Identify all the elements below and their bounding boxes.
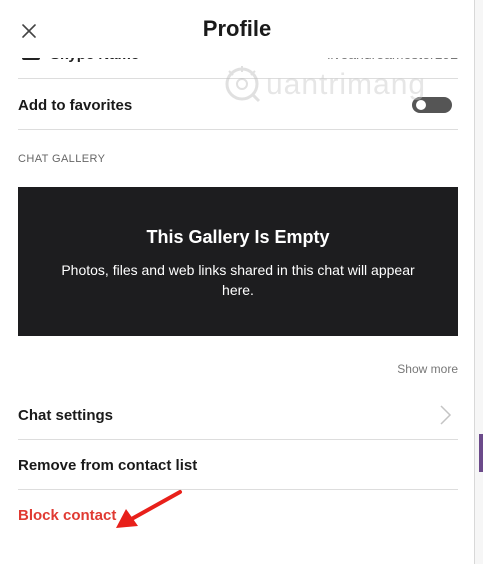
- block-contact-item[interactable]: Block contact: [18, 507, 116, 524]
- divider: [18, 129, 458, 130]
- chat-gallery-box: This Gallery Is Empty Photos, files and …: [18, 187, 458, 336]
- chat-settings-item[interactable]: Chat settings: [18, 407, 113, 424]
- annotation-arrow-icon: [116, 490, 182, 528]
- watermark-text: uantrimang: [266, 68, 427, 101]
- favorites-toggle[interactable]: [412, 97, 452, 113]
- divider: [18, 439, 458, 440]
- page-title: Profile: [202, 16, 272, 41]
- profile-header: Profile: [0, 0, 474, 58]
- chevron-right-icon: [440, 405, 452, 425]
- show-more-link[interactable]: Show more: [397, 362, 458, 376]
- remove-contact-item[interactable]: Remove from contact list: [18, 457, 197, 474]
- divider: [18, 489, 458, 490]
- chat-gallery-heading: CHAT GALLERY: [18, 153, 106, 165]
- favorites-label: Add to favorites: [18, 97, 133, 114]
- gallery-empty-message: Photos, files and web links shared in th…: [61, 262, 415, 298]
- divider: [18, 78, 458, 79]
- profile-panel: Skype Name liveandreamester192 Profile u…: [0, 0, 474, 564]
- gallery-empty-title: This Gallery Is Empty: [146, 227, 330, 247]
- toggle-knob: [416, 100, 426, 110]
- window-edge: [474, 0, 483, 564]
- background-accent: [479, 434, 483, 472]
